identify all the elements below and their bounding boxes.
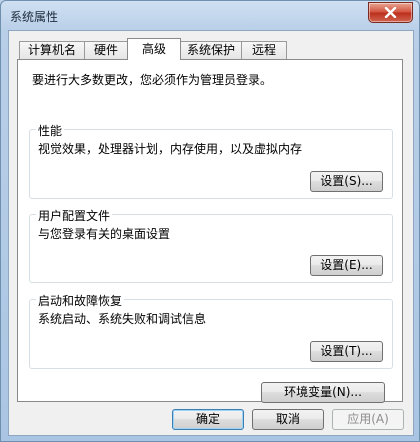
performance-desc: 视觉效果，处理器计划，内存使用，以及虚拟内存 xyxy=(38,142,303,156)
tab-hardware[interactable]: 硬件 xyxy=(84,41,128,59)
apply-button[interactable]: 应用(A) xyxy=(332,409,404,430)
advanced-tab-panel: 要进行大多数更改，您必须作为管理员登录。 性能 视觉效果，处理器计划，内存使用，… xyxy=(17,59,403,403)
performance-title: 性能 xyxy=(36,122,65,139)
startup-recovery-settings-button[interactable]: 设置(T)... xyxy=(310,341,383,362)
close-icon xyxy=(384,7,397,18)
title-bar[interactable]: 系统属性 xyxy=(1,1,419,31)
admin-notice: 要进行大多数更改，您必须作为管理员登录。 xyxy=(32,73,273,87)
performance-group: 性能 视觉效果，处理器计划，内存使用，以及虚拟内存 设置(S)... xyxy=(29,122,393,199)
cancel-button[interactable]: 取消 xyxy=(252,409,324,430)
system-properties-window: 系统属性 计算机名 硬件 高级 系统保护 远程 要进行大多数更改，您必须作为管理… xyxy=(0,0,420,442)
tab-advanced[interactable]: 高级 xyxy=(127,38,181,60)
user-profiles-desc: 与您登录有关的桌面设置 xyxy=(38,227,171,241)
startup-recovery-group: 启动和故障恢复 系统启动、系统失败和调试信息 设置(T)... xyxy=(29,292,393,369)
window-title: 系统属性 xyxy=(10,10,59,24)
environment-variables-button[interactable]: 环境变量(N)... xyxy=(261,382,385,403)
tab-system-protection[interactable]: 系统保护 xyxy=(180,41,242,59)
user-profiles-group: 用户配置文件 与您登录有关的桌面设置 设置(E)... xyxy=(29,207,393,283)
performance-settings-button[interactable]: 设置(S)... xyxy=(310,171,383,192)
tab-remote[interactable]: 远程 xyxy=(241,41,287,59)
user-profiles-title: 用户配置文件 xyxy=(36,207,113,224)
tab-computer-name[interactable]: 计算机名 xyxy=(19,41,85,59)
dialog-client-area: 计算机名 硬件 高级 系统保护 远程 要进行大多数更改，您必须作为管理员登录。 … xyxy=(8,30,414,436)
startup-recovery-title: 启动和故障恢复 xyxy=(36,292,125,309)
user-profiles-settings-button[interactable]: 设置(E)... xyxy=(310,255,383,276)
ok-button[interactable]: 确定 xyxy=(172,409,244,430)
close-button[interactable] xyxy=(368,2,413,23)
startup-recovery-desc: 系统启动、系统失败和调试信息 xyxy=(38,312,207,326)
